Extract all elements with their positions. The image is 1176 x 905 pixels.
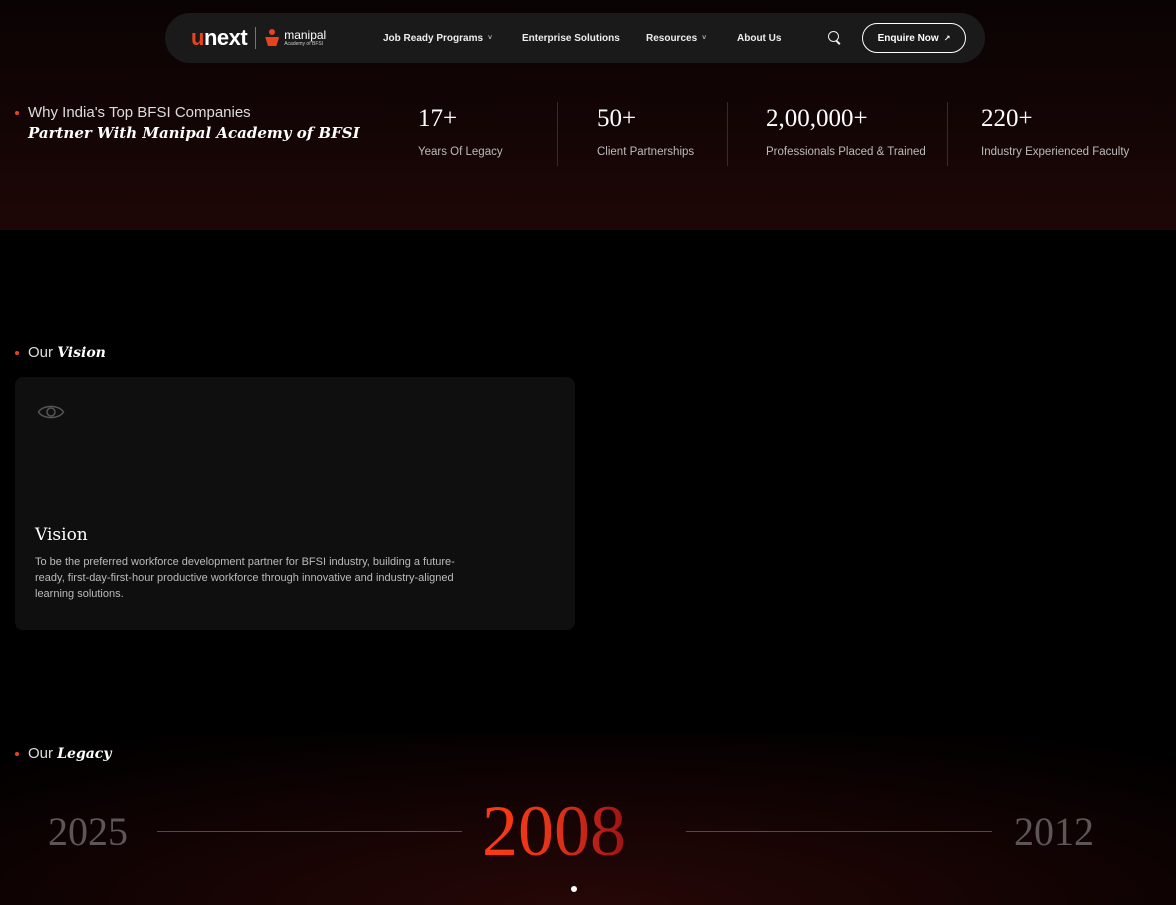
timeline-current-year: 2008 (482, 791, 626, 871)
nav-item-label: About Us (737, 32, 782, 44)
timeline-line-right (686, 831, 992, 832)
stat-divider (727, 102, 728, 166)
vision-card-text: To be the preferred workforce developmen… (35, 556, 455, 600)
section-bullet (15, 111, 19, 115)
stat-value: 2,00,000+ (766, 105, 868, 132)
section-title-emphasis: Legacy (57, 746, 112, 762)
stat-divider (557, 102, 558, 166)
stat-industry-faculty: 220+ Industry Experienced Faculty (981, 102, 1129, 166)
stat-divider (947, 102, 948, 166)
stat-label: Years Of Legacy (418, 146, 503, 158)
legacy-section-title: Our Legacy (28, 745, 111, 762)
stat-client-partnerships: 50+ Client Partnerships (597, 102, 694, 166)
stat-value: 50+ (597, 105, 637, 132)
stat-label: Industry Experienced Faculty (981, 146, 1130, 158)
manipal-subtitle: Academy of BFSI (284, 41, 324, 47)
stat-label: Client Partnerships (597, 146, 695, 158)
search-icon[interactable] (826, 29, 844, 47)
timeline-prev-year[interactable]: 2025 (48, 808, 128, 855)
top-navigation: unext manipal Academy of BFSI Job Ready … (165, 13, 985, 63)
nav-about-us[interactable]: About Us (737, 13, 781, 63)
why-heading-line1: Why India's Top BFSI Companies (28, 104, 251, 121)
unext-logo-u: u (191, 25, 204, 50)
timeline-pagination-dot[interactable] (571, 886, 577, 892)
why-heading-line2: Partner With Manipal Academy of BFSI (28, 124, 360, 142)
vision-section-title: Our Vision (28, 344, 106, 361)
stat-professionals-trained: 2,00,000+ Professionals Placed & Trained (766, 102, 926, 166)
manipal-wordmark: manipal Academy of BFSI (284, 29, 326, 47)
logo-divider (255, 27, 257, 49)
timeline-line-left (157, 831, 462, 832)
stat-label: Professionals Placed & Trained (766, 146, 926, 158)
arrow-up-right-icon: ↗ (943, 33, 951, 43)
section-title-emphasis: Vision (57, 345, 106, 361)
eye-icon (37, 405, 65, 419)
nav-enterprise-solutions[interactable]: Enterprise Solutions (522, 13, 620, 63)
manipal-logo: manipal Academy of BFSI (264, 29, 326, 47)
manipal-name: manipal (284, 28, 327, 42)
vision-card-title: Vision (35, 525, 88, 545)
enquire-now-label: Enquire Now (877, 32, 939, 44)
nav-item-label: Resources (646, 32, 698, 44)
timeline-next-year[interactable]: 2012 (1014, 808, 1094, 855)
unext-logo: unext (191, 25, 248, 51)
section-title-prefix: Our (28, 745, 54, 762)
site-logo[interactable]: unext manipal Academy of BFSI (191, 13, 326, 63)
section-bullet (15, 752, 19, 756)
vision-card: Vision To be the preferred workforce dev… (15, 377, 575, 630)
unext-logo-rest: next (203, 25, 248, 50)
nav-resources[interactable]: Resources ˅ (646, 13, 706, 63)
stat-value: 220+ (981, 105, 1033, 132)
nav-item-label: Enterprise Solutions (522, 32, 620, 44)
manipal-mark-icon (264, 29, 280, 47)
chevron-down-icon: ˅ (702, 34, 707, 42)
section-title-prefix: Our (28, 344, 54, 361)
section-bullet (15, 351, 19, 355)
nav-item-label: Job Ready Programs (383, 32, 484, 44)
stat-years-of-legacy: 17+ Years Of Legacy (418, 102, 503, 166)
chevron-down-icon: ˅ (488, 34, 493, 42)
stat-value: 17+ (418, 105, 458, 132)
enquire-now-button[interactable]: Enquire Now ↗ (862, 23, 966, 53)
nav-job-ready-programs[interactable]: Job Ready Programs ˅ (383, 13, 492, 63)
